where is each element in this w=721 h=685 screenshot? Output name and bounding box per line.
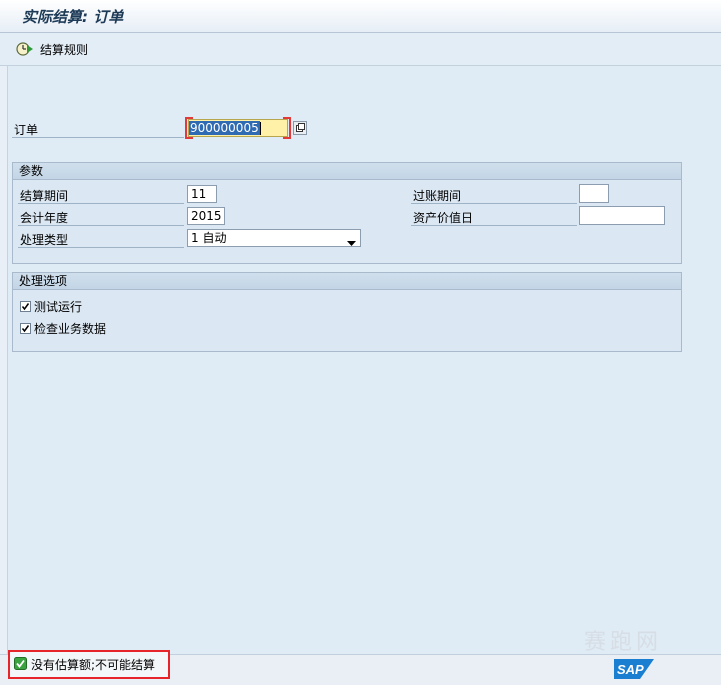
test-run-label: 测试运行 xyxy=(34,300,83,314)
settlement-rules-label: 结算规则 xyxy=(40,42,89,57)
test-run-checkbox[interactable] xyxy=(20,301,31,312)
asset-value-date-underline xyxy=(411,225,577,226)
posting-period-underline xyxy=(411,203,577,204)
asset-value-date-label: 资产价值日 xyxy=(413,211,474,225)
left-edge xyxy=(0,66,8,654)
status-message[interactable]: 没有估算额;不可能结算 xyxy=(8,650,170,679)
settlement-period-label: 结算期间 xyxy=(20,189,69,203)
work-area xyxy=(8,66,721,654)
asset-value-date-input[interactable] xyxy=(579,206,665,225)
processing-type-underline xyxy=(18,247,184,248)
order-label: 订单 xyxy=(14,123,39,137)
dropdown-arrow-icon xyxy=(347,235,356,246)
posting-period-label: 过账期间 xyxy=(413,189,462,203)
copy-icon xyxy=(296,123,305,132)
processing-options-group: 处理选项 xyxy=(12,272,682,352)
page-title: 实际结算: 订单 xyxy=(22,8,124,26)
sap-logo-text: SAP xyxy=(617,662,644,677)
posting-period-input[interactable] xyxy=(579,184,609,203)
order-input-value: 900000005 xyxy=(189,121,260,135)
success-check-icon xyxy=(14,656,27,673)
order-input[interactable]: 900000005 xyxy=(188,119,288,137)
clock-execute-icon xyxy=(16,41,34,57)
processing-type-select[interactable]: 1 自动 xyxy=(187,229,361,247)
check-trans-data-checkbox[interactable] xyxy=(20,323,31,334)
parameters-group-title: 参数 xyxy=(13,163,681,180)
order-label-underline xyxy=(12,137,184,138)
application-toolbar: 结算规则 xyxy=(0,33,721,66)
processing-type-label: 处理类型 xyxy=(20,233,69,247)
status-message-text: 没有估算额;不可能结算 xyxy=(31,658,156,672)
test-run-option[interactable]: 测试运行 xyxy=(20,298,82,315)
checkmark-icon xyxy=(21,303,30,311)
processing-type-value: 1 自动 xyxy=(191,231,227,245)
watermark: 赛跑网 xyxy=(584,630,663,655)
check-trans-data-label: 检查业务数据 xyxy=(34,322,107,336)
settlement-period-underline xyxy=(18,203,184,204)
title-bar: 实际结算: 订单 xyxy=(0,0,721,33)
fiscal-year-input[interactable]: 2015 xyxy=(187,207,225,225)
order-matchcode-button[interactable] xyxy=(293,121,307,135)
fiscal-year-label: 会计年度 xyxy=(20,211,69,225)
check-trans-data-option[interactable]: 检查业务数据 xyxy=(20,320,106,337)
settlement-period-input[interactable]: 11 xyxy=(187,185,217,203)
checkmark-icon xyxy=(21,325,30,333)
fiscal-year-underline xyxy=(18,225,184,226)
processing-options-group-title: 处理选项 xyxy=(13,273,681,290)
sap-logo: SAP xyxy=(614,659,654,679)
settlement-rules-button[interactable]: 结算规则 xyxy=(16,39,88,59)
